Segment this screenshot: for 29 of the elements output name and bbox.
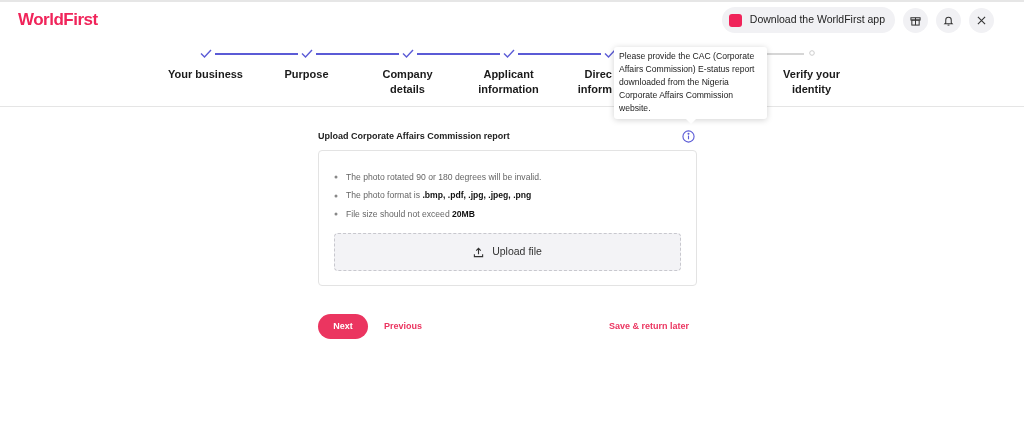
app-icon [728,13,742,27]
info-icon[interactable] [682,130,695,144]
bullet-icon [334,212,338,217]
notifications-button[interactable] [936,7,961,33]
download-app-button[interactable]: Download the WorldFirst app [721,7,895,33]
close-button[interactable] [969,7,994,33]
gift-icon [910,14,921,26]
step-label: Your business [168,67,243,82]
upload-file-button[interactable]: Upload file [334,233,681,271]
bell-icon [943,14,954,26]
close-icon [977,15,986,25]
gift-button[interactable] [903,7,928,33]
rule-text: The photo rotated 90 or 180 degrees will be invalid. [346,170,542,184]
save-return-later-link[interactable]: Save & return later [608,319,689,334]
tooltip: Please provide the CAC (Corporate Affairs Commission) E-status report downloaded from the Nigeria Corporate Affairs Commission website. [614,47,767,119]
bullet-icon [334,193,338,198]
previous-link[interactable]: Previous [384,319,423,334]
upload-icon [473,246,485,258]
rule-text: File size should not exceed 20MB [346,207,475,221]
bullet-icon [334,175,338,180]
step-label: Company details [382,67,433,97]
step-label: Verify your identity [783,67,840,97]
step-label: Direc inform [576,67,612,97]
step-label: Applicant information [478,67,539,97]
field-label: Upload Corporate Affairs Commission report [318,130,510,143]
rule-text: The photo format is .bmp, .pdf, .jpg, .jpeg, .png [346,189,532,202]
step-label: Purpose [284,67,329,82]
logo[interactable]: WorldFirst [18,7,98,33]
next-button[interactable]: Next [318,314,368,339]
